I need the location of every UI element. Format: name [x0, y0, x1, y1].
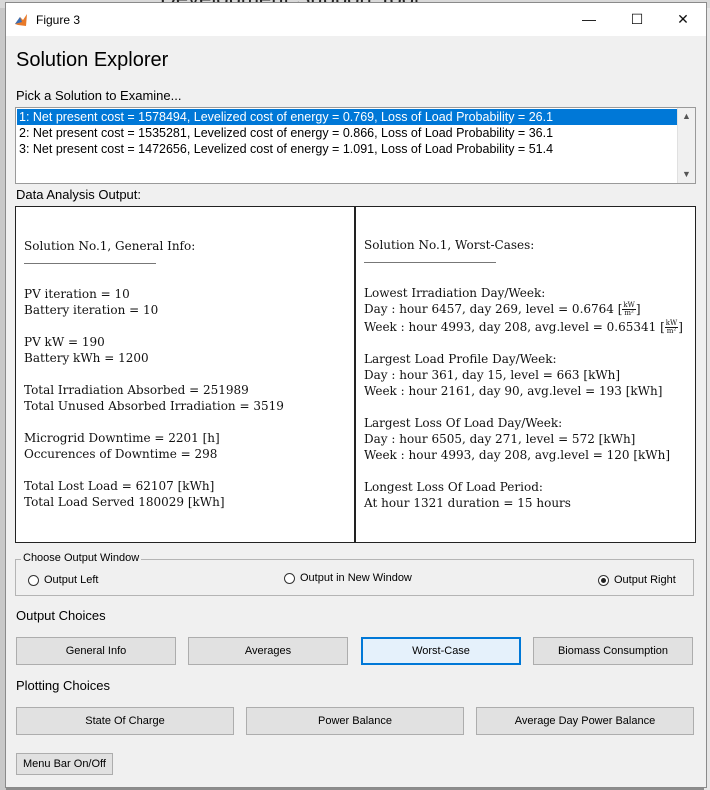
- output-window-group-title: Choose Output Window: [21, 552, 142, 564]
- close-button[interactable]: ✕: [660, 3, 706, 36]
- pick-solution-label: Pick a Solution to Examine...: [16, 88, 182, 103]
- radio-output-right[interactable]: Output Right: [598, 574, 676, 586]
- irradiation-unit: kW m²: [664, 319, 679, 335]
- irradiation-unit: kW m²: [622, 301, 636, 317]
- biomass-consumption-button[interactable]: Biomass Consumption: [533, 637, 693, 665]
- total-unused-irradiation: Total Unused Absorbed Irradiation = 3519: [24, 399, 284, 413]
- total-load-served: Total Load Served 180029 [kWh]: [24, 495, 225, 509]
- scroll-down-arrow-icon[interactable]: ▼: [678, 166, 695, 183]
- solution-list-item[interactable]: 1: Net present cost = 1578494, Levelized…: [17, 109, 677, 125]
- scroll-up-arrow-icon[interactable]: ▲: [678, 108, 695, 125]
- output-choices-label: Output Choices: [16, 608, 106, 623]
- pv-kw: PV kW = 190: [24, 335, 105, 349]
- listbox-scrollbar[interactable]: ▲ ▼: [677, 108, 695, 183]
- largest-loss-of-load-title: Largest Loss Of Load Day/Week:: [364, 416, 563, 430]
- power-balance-button[interactable]: Power Balance: [246, 707, 464, 735]
- total-irradiation: Total Irradiation Absorbed = 251989: [24, 383, 249, 397]
- plotting-choices-label: Plotting Choices: [16, 678, 110, 693]
- figure-window: Figure 3 — ☐ ✕ Solution Explorer Pick a …: [5, 2, 707, 788]
- maximize-button[interactable]: ☐: [614, 3, 660, 36]
- radio-output-left-label: Output Left: [44, 574, 99, 586]
- lowest-irradiation-day: Day : hour 6457, day 269, level = 0.6764…: [364, 301, 641, 317]
- worst-case-button[interactable]: Worst-Case: [361, 637, 521, 665]
- radio-output-right-label: Output Right: [614, 574, 676, 586]
- output-left-panel: Solution No.1, General Info: PV iteratio…: [15, 206, 355, 543]
- state-of-charge-button[interactable]: State Of Charge: [16, 707, 234, 735]
- microgrid-downtime: Microgrid Downtime = 2201 [h]: [24, 431, 220, 445]
- longest-loss-of-load-value: At hour 1321 duration = 15 hours: [364, 496, 571, 510]
- battery-iteration: Battery iteration = 10: [24, 303, 159, 317]
- radio-circle-icon[interactable]: [284, 572, 295, 584]
- total-lost-load: Total Lost Load = 62107 [kWh]: [24, 479, 215, 493]
- lowest-irradiation-day-text: Day : hour 6457, day 269, level = 0.6764: [364, 302, 614, 316]
- lowest-irradiation-week: Week : hour 4993, day 208, avg.level = 0…: [364, 319, 683, 335]
- title-underline: [24, 263, 156, 264]
- lowest-irradiation-title: Lowest Irradiation Day/Week:: [364, 286, 546, 300]
- largest-loss-of-load-week: Week : hour 4993, day 208, avg.level = 1…: [364, 448, 671, 462]
- battery-kwh: Battery kWh = 1200: [24, 351, 149, 365]
- largest-load-day: Day : hour 361, day 15, level = 663 [kWh…: [364, 368, 621, 382]
- solution-list-item[interactable]: 2: Net present cost = 1535281, Levelized…: [17, 125, 677, 141]
- longest-loss-of-load-title: Longest Loss Of Load Period:: [364, 480, 543, 494]
- worst-cases-title: Solution No.1, Worst-Cases:: [364, 238, 535, 252]
- largest-loss-of-load-day: Day : hour 6505, day 271, level = 572 [k…: [364, 432, 636, 446]
- radio-output-left[interactable]: Output Left: [28, 574, 98, 586]
- output-right-panel: Solution No.1, Worst-Cases: Lowest Irrad…: [355, 206, 696, 543]
- downtime-occurences: Occurences of Downtime = 298: [24, 447, 218, 461]
- matlab-icon: [15, 14, 27, 26]
- solution-list-item[interactable]: 3: Net present cost = 1472656, Levelized…: [17, 141, 677, 157]
- output-window-group: Choose Output Window Output Left Output …: [15, 552, 694, 596]
- radio-circle-icon[interactable]: [28, 574, 39, 586]
- lowest-irradiation-week-text: Week : hour 4993, day 208, avg.level = 0…: [364, 320, 657, 334]
- pv-iteration: PV iteration = 10: [24, 287, 130, 301]
- page-title: Solution Explorer: [16, 49, 169, 71]
- menu-bar-toggle-button[interactable]: Menu Bar On/Off: [16, 753, 113, 775]
- data-analysis-label: Data Analysis Output:: [16, 187, 142, 202]
- averages-button[interactable]: Averages: [188, 637, 348, 665]
- radio-output-new-window[interactable]: Output in New Window: [284, 572, 412, 584]
- largest-load-week: Week : hour 2161, day 90, avg.level = 19…: [364, 384, 663, 398]
- minimize-button[interactable]: —: [566, 3, 612, 36]
- general-info-button[interactable]: General Info: [16, 637, 176, 665]
- window-title: Figure 3: [36, 13, 81, 27]
- radio-output-new-window-label: Output in New Window: [300, 572, 412, 584]
- average-day-power-balance-button[interactable]: Average Day Power Balance: [476, 707, 694, 735]
- title-bar[interactable]: Figure 3 — ☐ ✕: [6, 3, 706, 36]
- general-info-title: Solution No.1, General Info:: [24, 239, 196, 253]
- title-underline: [364, 262, 496, 263]
- largest-load-title: Largest Load Profile Day/Week:: [364, 352, 557, 366]
- radio-selected-icon[interactable]: [598, 574, 609, 586]
- solution-listbox[interactable]: 1: Net present cost = 1578494, Levelized…: [15, 107, 696, 184]
